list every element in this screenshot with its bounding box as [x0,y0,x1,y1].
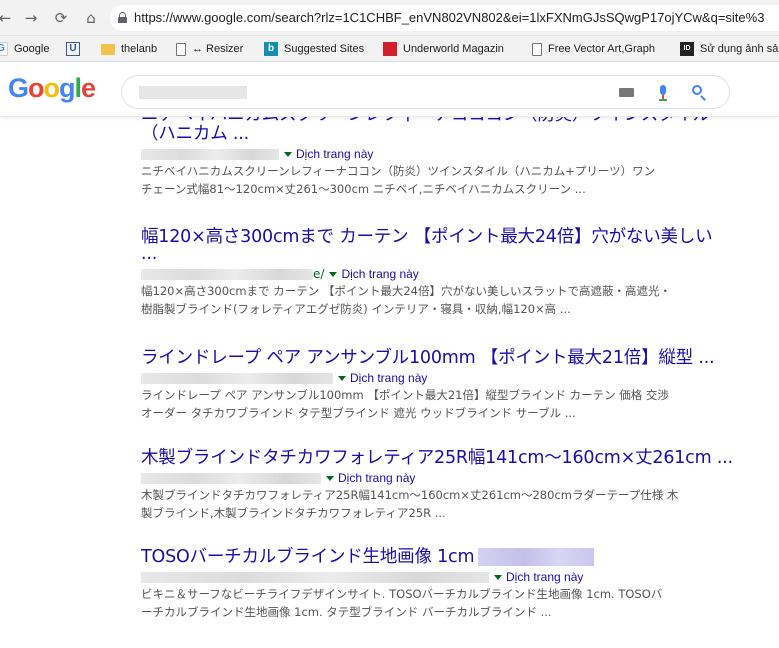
back-arrow-icon[interactable]: ← [0,9,14,27]
result-snippet: オーダー タチカワブラインド タテ型ブラインド 遮光 ウッドブラインド サーブル… [141,406,576,420]
bookmark-su-dung-anh[interactable]: ID Sử dụng ảnh sả [680,40,778,58]
result-title-line2[interactable]: （ハニカム ... [141,124,741,145]
blurred-url [141,149,279,160]
google-logo[interactable]: Google [8,73,96,104]
result-snippet: チェーン式幅81～120cm×丈261～300cm ニチベイ,ニチベイハニカムス… [141,182,586,196]
logo-letter: e [81,73,96,103]
dropdown-arrow-icon[interactable] [284,152,292,157]
logo-letter: o [43,73,60,103]
dropdown-arrow-icon[interactable] [329,272,338,277]
blurred-url [141,572,489,583]
result-snippet: ビキニ＆サーフなビーチライフデザインサイト. TOSOバーチカルブラインド生地画… [141,587,663,601]
reload-icon[interactable]: ⟳ [52,9,70,27]
logo-letter: G [8,73,29,103]
bookmark-label: Sử dụng ảnh sả [700,43,779,55]
translate-link[interactable]: Dịch trang này [341,267,418,281]
bookmark-free-vector[interactable]: Free Vector Art,Graph [532,40,655,58]
url-tail[interactable]: e/ [313,267,324,281]
result-title[interactable]: 木製ブラインドタチカワフォレティア25R幅141cm～160cm×丈261cm … [141,448,741,469]
blurred-title [478,548,595,566]
blurred-url [141,269,313,280]
result-snippet: 製ブラインド,木製ブラインドタチカワフォレティア25R ... [141,506,446,520]
address-bar[interactable]: https://www.google.com/search?rlz=1C1CHB… [110,5,779,31]
result-url: Dịch trang này [141,470,741,486]
home-icon[interactable]: ⌂ [82,9,100,27]
result-snippet: 木製ブラインドタチカワフォレティア25R幅141cm～160cm×丈261cm～… [141,488,679,502]
page-icon [176,42,186,56]
url-text[interactable]: https://www.google.com/search?rlz=1C1CHB… [134,10,764,25]
google-icon: G [0,42,8,56]
page-icon [532,42,542,56]
search-result: ラインドレープ ペア アンサンブル100mm 【ポイント最大21倍】縦型 ...… [141,348,741,422]
search-results: ニチベイハニカムスクリーンレフィーナコココン（防炎）ツインスタイル （ハニカム … [0,117,779,648]
bookmark-label: Google [14,43,50,55]
bookmark-underworld[interactable]: Underworld Magazin [383,40,504,58]
microphone-icon[interactable] [657,85,669,102]
blurred-url [141,473,321,484]
bookmark-label: Underworld Magazin [403,43,504,55]
result-url: Dịch trang này [141,146,741,162]
search-result: 幅120×高さ300cmまで カーテン 【ポイント最大24倍】穴がない美しい .… [141,227,741,318]
google-header: Google [0,63,779,117]
logo-letter: o [28,73,44,103]
result-title[interactable]: 幅120×高さ300cmまで カーテン 【ポイント最大24倍】穴がない美しい [141,227,741,248]
lock-icon [118,12,127,23]
bookmark-label: Suggested Sites [284,43,365,55]
result-url: e/Dịch trang này [141,266,741,282]
bookmark-resizer[interactable]: ↔ Resizer [176,40,243,58]
blurred-url [141,373,333,384]
result-snippet: 樹脂製ブラインド(フォレティアエグゼ防炎) インテリア・寝具・収納,幅120×高… [141,302,571,316]
result-url: Dịch trang này [141,370,741,386]
translate-link[interactable]: Dịch trang này [350,371,427,385]
result-snippet: ラインドレープ ペア アンサンブル100mm 【ポイント最大21倍】縦型ブライン… [141,388,669,402]
translate-link[interactable]: Dịch trang này [506,570,583,584]
translate-link[interactable]: Dịch trang này [296,147,373,161]
result-snippet: 幅120×高さ300cmまで カーテン 【ポイント最大24倍】穴がない美しいスラ… [141,284,672,298]
keyboard-icon[interactable] [619,88,634,97]
result-snippet: ニチベイハニカムスクリーンレフィーナココン（防炎）ツインスタイル（ハニカム+プリ… [141,164,656,178]
bookmarks-bar: G Google U thelanb ↔ Resizer b Suggested… [0,36,779,62]
dropdown-arrow-icon[interactable] [338,376,346,381]
search-icon[interactable] [691,84,709,102]
bookmark-label: thelanb [121,43,158,55]
dropdown-arrow-icon[interactable] [494,575,502,580]
red-square-icon [383,42,397,56]
bookmark-label: ↔ Resizer [192,43,244,55]
black-square-icon: ID [680,42,694,56]
search-input[interactable] [121,75,730,109]
search-result: ニチベイハニカムスクリーンレフィーナコココン（防炎）ツインスタイル （ハニカム … [141,117,741,198]
bookmark-thelanb[interactable]: thelanb [101,40,157,58]
translate-link[interactable]: Dịch trang này [338,471,415,485]
bing-icon: b [264,42,278,56]
result-url: Dịch trang này [141,569,741,585]
result-title[interactable]: ラインドレープ ペア アンサンブル100mm 【ポイント最大21倍】縦型 ... [141,348,741,369]
u-icon: U [66,42,80,56]
browser-toolbar: ← → ⟳ ⌂ https://www.google.com/search?rl… [0,0,779,36]
dropdown-arrow-icon[interactable] [326,476,334,481]
bookmark-label: Free Vector Art,Graph [548,43,655,55]
folder-icon [101,43,115,55]
bookmark-suggested-sites[interactable]: b Suggested Sites [264,40,364,58]
search-query-blurred [139,86,247,99]
bookmark-google[interactable]: G Google [0,40,49,58]
bookmark-u[interactable]: U [66,40,86,58]
result-title[interactable]: TOSOバーチカルブラインド生地画像 1cm [141,547,741,568]
result-title-text[interactable]: TOSOバーチカルブラインド生地画像 1cm [141,547,475,567]
logo-letter: g [59,73,75,103]
result-snippet: ーチカルブラインド生地画像 1cm. タテ型ブラインド バーチカルブラインド .… [141,605,552,619]
forward-arrow-icon[interactable]: → [22,9,40,27]
search-result: TOSOバーチカルブラインド生地画像 1cm Dịch trang này ビキ… [141,547,741,621]
search-result: 木製ブラインドタチカワフォレティア25R幅141cm～160cm×丈261cm … [141,448,741,522]
